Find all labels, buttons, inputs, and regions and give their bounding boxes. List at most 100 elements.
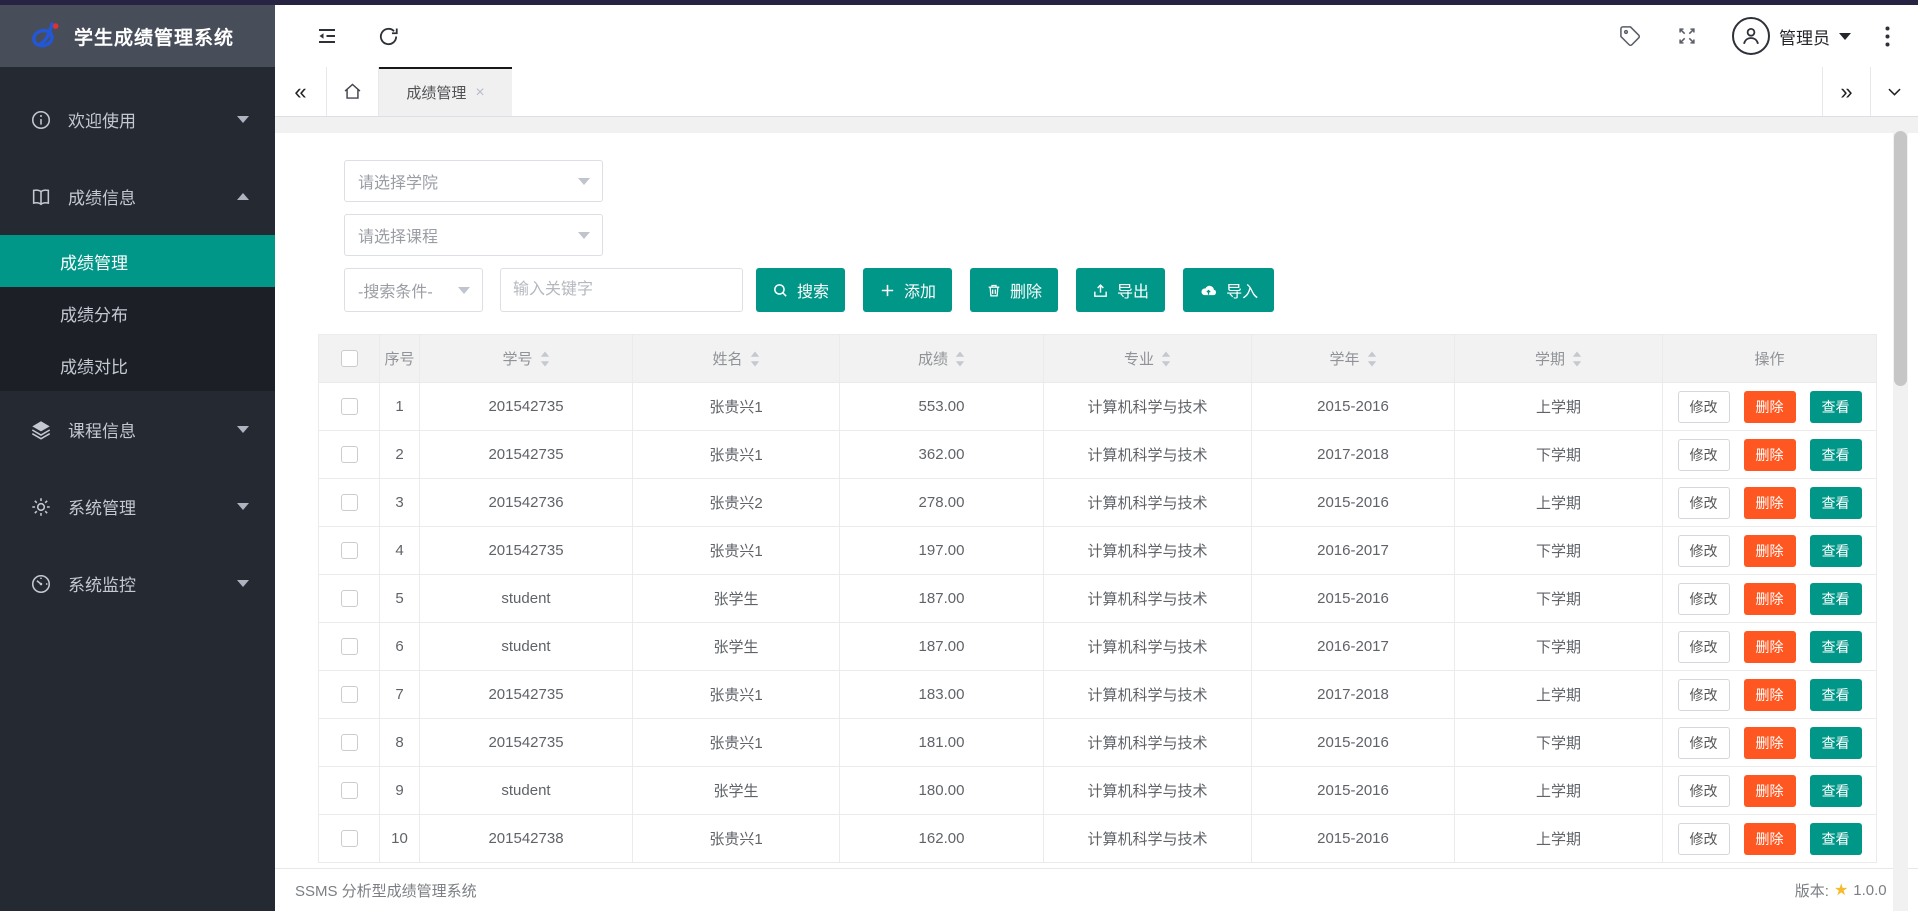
chevron-down-icon bbox=[578, 231, 590, 239]
refresh-icon[interactable] bbox=[377, 25, 400, 48]
cell-year: 2016-2017 bbox=[1251, 622, 1455, 671]
view-row-button[interactable]: 查看 bbox=[1809, 774, 1862, 807]
row-checkbox[interactable] bbox=[340, 590, 358, 608]
cell-index: 7 bbox=[379, 670, 420, 719]
sidebar-item-welcome[interactable]: 欢迎使用 bbox=[0, 81, 275, 158]
trash-icon bbox=[988, 284, 1000, 296]
delete-row-button[interactable]: 删除 bbox=[1743, 582, 1796, 615]
tabs-scroll-right-icon[interactable]: » bbox=[1822, 67, 1870, 116]
delete-row-button[interactable]: 删除 bbox=[1743, 630, 1796, 663]
cell-name: 张学生 bbox=[632, 622, 840, 671]
cell-name: 张贵兴1 bbox=[632, 430, 840, 479]
select-all-checkbox[interactable] bbox=[340, 350, 358, 368]
cell-student-id: 201542735 bbox=[419, 430, 633, 479]
college-select[interactable]: 请选择学院 bbox=[344, 160, 603, 202]
edit-row-button[interactable]: 修改 bbox=[1677, 486, 1730, 519]
row-checkbox[interactable] bbox=[340, 638, 358, 656]
row-checkbox[interactable] bbox=[340, 542, 358, 560]
delete-row-button[interactable]: 删除 bbox=[1743, 438, 1796, 471]
delete-row-button[interactable]: 删除 bbox=[1743, 534, 1796, 567]
course-select[interactable]: 请选择课程 bbox=[344, 214, 603, 256]
view-row-button[interactable]: 查看 bbox=[1809, 534, 1862, 567]
kebab-menu-icon[interactable] bbox=[1885, 26, 1890, 47]
sidebar-item-grade-compare[interactable]: 成绩对比 bbox=[0, 339, 275, 391]
delete-button[interactable]: 删除 bbox=[970, 268, 1059, 312]
col-name[interactable]: 姓名 bbox=[632, 334, 840, 383]
view-row-button[interactable]: 查看 bbox=[1809, 726, 1862, 759]
tab-grade-manage[interactable]: 成绩管理 × bbox=[379, 67, 512, 116]
cell-year: 2016-2017 bbox=[1251, 526, 1455, 575]
row-checkbox[interactable] bbox=[340, 446, 358, 464]
sidebar-item-course-info[interactable]: 课程信息 bbox=[0, 391, 275, 468]
keyword-input[interactable] bbox=[500, 268, 743, 312]
row-checkbox[interactable] bbox=[340, 782, 358, 800]
cell-term: 上学期 bbox=[1454, 814, 1663, 863]
home-icon bbox=[344, 83, 361, 99]
cell-term: 下学期 bbox=[1454, 574, 1663, 623]
view-row-button[interactable]: 查看 bbox=[1809, 438, 1862, 471]
chevron-down-icon bbox=[237, 426, 249, 433]
collapse-sidebar-icon[interactable] bbox=[315, 24, 339, 48]
edit-row-button[interactable]: 修改 bbox=[1677, 678, 1730, 711]
edit-row-button[interactable]: 修改 bbox=[1677, 774, 1730, 807]
row-checkbox[interactable] bbox=[340, 734, 358, 752]
view-row-button[interactable]: 查看 bbox=[1809, 486, 1862, 519]
col-score[interactable]: 成绩 bbox=[839, 334, 1044, 383]
close-icon[interactable]: × bbox=[475, 84, 484, 102]
export-button[interactable]: 导出 bbox=[1076, 268, 1166, 312]
view-row-button[interactable]: 查看 bbox=[1809, 582, 1862, 615]
edit-row-button[interactable]: 修改 bbox=[1677, 822, 1730, 855]
cell-year: 2015-2016 bbox=[1251, 766, 1455, 815]
view-row-button[interactable]: 查看 bbox=[1809, 822, 1862, 855]
cell-score: 181.00 bbox=[839, 718, 1044, 767]
sidebar-item-grade-info[interactable]: 成绩信息 bbox=[0, 158, 275, 235]
cell-index: 9 bbox=[379, 766, 420, 815]
search-button[interactable]: 搜索 bbox=[756, 268, 846, 312]
edit-row-button[interactable]: 修改 bbox=[1677, 534, 1730, 567]
row-checkbox[interactable] bbox=[340, 398, 358, 416]
sidebar-item-system-manage[interactable]: 系统管理 bbox=[0, 468, 275, 545]
delete-row-button[interactable]: 删除 bbox=[1743, 486, 1796, 519]
edit-row-button[interactable]: 修改 bbox=[1677, 438, 1730, 471]
delete-row-button[interactable]: 删除 bbox=[1743, 774, 1796, 807]
scrollbar-thumb[interactable] bbox=[1894, 131, 1907, 386]
view-row-button[interactable]: 查看 bbox=[1809, 630, 1862, 663]
fullscreen-icon[interactable] bbox=[1676, 25, 1698, 47]
view-row-button[interactable]: 查看 bbox=[1809, 390, 1862, 423]
delete-row-button[interactable]: 删除 bbox=[1743, 390, 1796, 423]
delete-row-button[interactable]: 删除 bbox=[1743, 726, 1796, 759]
delete-row-button[interactable]: 删除 bbox=[1743, 822, 1796, 855]
edit-row-button[interactable]: 修改 bbox=[1677, 630, 1730, 663]
delete-row-button[interactable]: 删除 bbox=[1743, 678, 1796, 711]
tabs-scroll-left-icon[interactable]: « bbox=[275, 67, 327, 116]
edit-row-button[interactable]: 修改 bbox=[1677, 390, 1730, 423]
tag-icon[interactable] bbox=[1619, 25, 1642, 48]
search-condition-select[interactable]: -搜索条件- bbox=[344, 268, 483, 312]
cell-year: 2015-2016 bbox=[1251, 478, 1455, 527]
sidebar-item-grade-distribution[interactable]: 成绩分布 bbox=[0, 287, 275, 339]
sidebar-item-system-monitor[interactable]: 系统监控 bbox=[0, 545, 275, 622]
home-tab[interactable] bbox=[327, 67, 379, 116]
tabs-menu-icon[interactable] bbox=[1870, 67, 1918, 116]
edit-row-button[interactable]: 修改 bbox=[1677, 726, 1730, 759]
sidebar-item-grade-manage[interactable]: 成绩管理 bbox=[0, 235, 275, 287]
view-row-button[interactable]: 查看 bbox=[1809, 678, 1862, 711]
col-major[interactable]: 专业 bbox=[1043, 334, 1252, 383]
vertical-scrollbar[interactable] bbox=[1893, 117, 1908, 911]
star-icon: ★ bbox=[1833, 882, 1849, 899]
row-checkbox[interactable] bbox=[340, 494, 358, 512]
col-term[interactable]: 学期 bbox=[1454, 334, 1663, 383]
row-checkbox[interactable] bbox=[340, 830, 358, 848]
user-menu[interactable]: 管理员 bbox=[1732, 17, 1851, 55]
import-button[interactable]: 导入 bbox=[1183, 268, 1275, 312]
search-condition-value: -搜索条件- bbox=[358, 284, 433, 301]
edit-row-button[interactable]: 修改 bbox=[1677, 582, 1730, 615]
search-icon bbox=[774, 283, 787, 297]
col-year[interactable]: 学年 bbox=[1251, 334, 1455, 383]
col-student-id[interactable]: 学号 bbox=[419, 334, 633, 383]
cell-major: 计算机科学与技术 bbox=[1043, 478, 1252, 527]
add-button[interactable]: 添加 bbox=[863, 268, 953, 312]
table-row: 1 201542735 张贵兴1 553.00 计算机科学与技术 2015-20… bbox=[318, 382, 1877, 431]
cell-score: 362.00 bbox=[839, 430, 1044, 479]
row-checkbox[interactable] bbox=[340, 686, 358, 704]
